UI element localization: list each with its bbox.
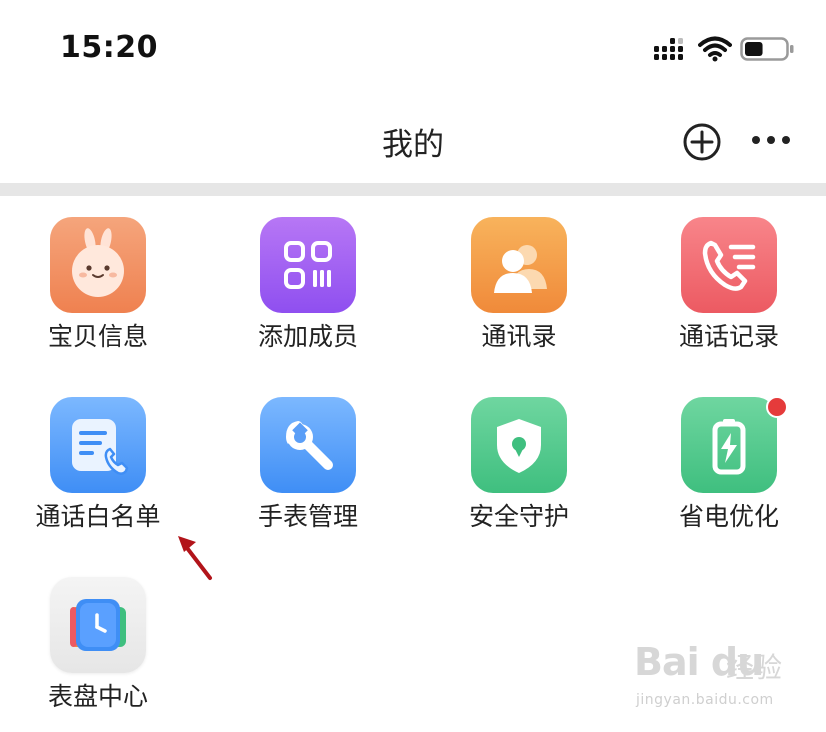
wifi-icon bbox=[698, 36, 732, 62]
baidu-watermark: Bai du 经验 jingyan.baidu.com bbox=[634, 640, 814, 720]
baby-bunny-icon bbox=[50, 217, 146, 313]
contacts-icon bbox=[471, 217, 567, 313]
cellular-signal-icon bbox=[654, 38, 683, 60]
tile-baby-info[interactable]: 宝贝信息 bbox=[8, 217, 188, 367]
tile-add-member[interactable]: 添加成员 bbox=[218, 217, 398, 367]
battery-icon bbox=[740, 37, 794, 61]
tile-contacts[interactable]: 通讯录 bbox=[429, 217, 609, 367]
tile-watch-management[interactable]: 手表管理 bbox=[218, 397, 398, 547]
notification-badge bbox=[766, 396, 788, 418]
section-divider bbox=[0, 183, 826, 196]
tile-label: 添加成员 bbox=[257, 322, 358, 351]
call-log-icon bbox=[681, 217, 777, 313]
tile-power-saving[interactable]: 省电优化 bbox=[639, 397, 819, 547]
tile-call-log[interactable]: 通话记录 bbox=[639, 217, 819, 367]
tile-call-whitelist[interactable]: 通话白名单 bbox=[8, 397, 188, 547]
tile-watch-face-center[interactable]: 表盘中心 bbox=[8, 577, 188, 727]
tile-label: 通讯录 bbox=[481, 322, 557, 351]
wrench-icon bbox=[260, 397, 356, 493]
tile-label: 表盘中心 bbox=[47, 682, 148, 711]
red-arrow-icon bbox=[178, 536, 212, 580]
ellipsis-icon[interactable] bbox=[750, 128, 792, 152]
status-bar: 15:20 bbox=[0, 0, 826, 95]
watermark-url: jingyan.baidu.com bbox=[636, 692, 774, 708]
tile-label: 安全守护 bbox=[468, 502, 569, 531]
shield-icon bbox=[471, 397, 567, 493]
watch-face-icon bbox=[50, 577, 146, 673]
tile-label: 通话记录 bbox=[678, 322, 779, 351]
tile-label: 手表管理 bbox=[257, 502, 358, 531]
status-time: 15:20 bbox=[60, 30, 158, 65]
qr-code-icon bbox=[260, 217, 356, 313]
call-whitelist-icon bbox=[50, 397, 146, 493]
tile-label: 省电优化 bbox=[678, 502, 779, 531]
battery-bolt-icon bbox=[681, 397, 777, 493]
watermark-text: 经验 bbox=[726, 651, 783, 684]
tile-label: 通话白名单 bbox=[35, 502, 161, 531]
tile-security-guard[interactable]: 安全守护 bbox=[429, 397, 609, 547]
plus-circle-icon[interactable] bbox=[682, 122, 722, 162]
tile-label: 宝贝信息 bbox=[47, 322, 148, 351]
